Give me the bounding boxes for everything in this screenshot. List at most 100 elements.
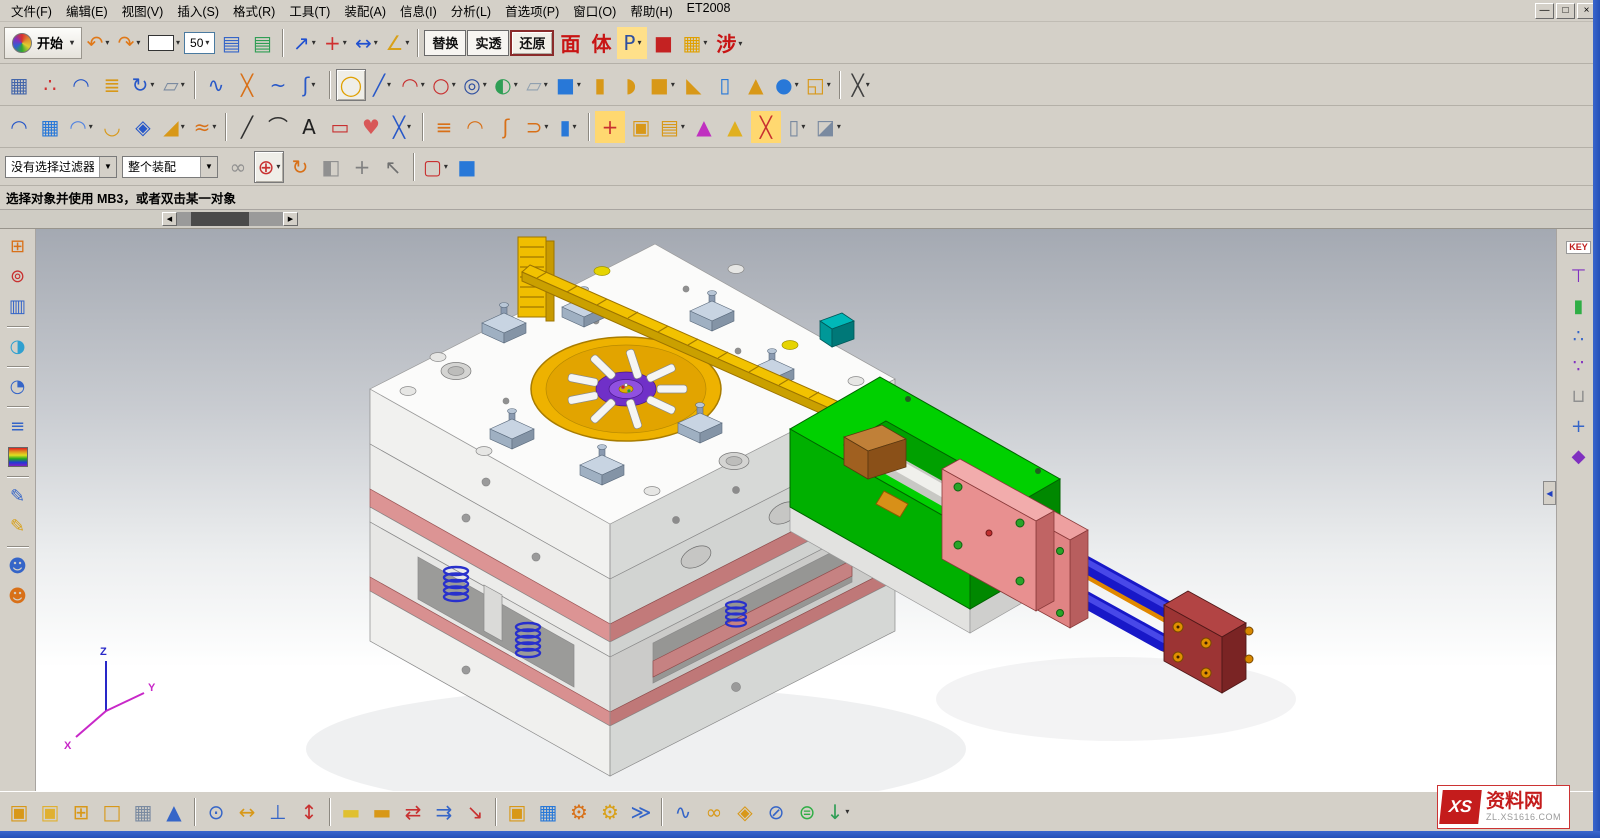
view-orient-cube-icon[interactable]: ■ bbox=[452, 151, 482, 183]
groups-icon[interactable]: ☻ bbox=[4, 553, 32, 581]
extrude-icon[interactable]: ▮ bbox=[585, 69, 615, 101]
block-gold-icon[interactable]: ■▾ bbox=[647, 69, 678, 101]
replace-reference-button[interactable]: 替换 bbox=[424, 30, 466, 56]
face-display-button[interactable]: 面 bbox=[555, 28, 585, 58]
slider-left-arrow[interactable]: ◀ bbox=[162, 212, 177, 226]
dropdown-arrow[interactable]: ▾ bbox=[89, 122, 93, 131]
swirl-surface-icon[interactable]: ↻▾ bbox=[128, 69, 158, 101]
dropdown-arrow[interactable]: ▾ bbox=[681, 122, 685, 131]
dropdown-arrow[interactable]: ▾ bbox=[312, 38, 316, 47]
dropdown-arrow[interactable]: ▾ bbox=[637, 38, 641, 47]
spheres-tool-icon[interactable]: ∴ bbox=[1565, 323, 1593, 351]
rectangle-select-icon[interactable]: ▢▾ bbox=[420, 151, 451, 183]
mask-tool-icon[interactable]: ◆ bbox=[1565, 443, 1593, 471]
information-window-icon[interactable]: ≡ bbox=[4, 413, 32, 441]
blue-stack-icon[interactable]: ▦ bbox=[533, 796, 563, 828]
menu-et2008[interactable]: ET2008 bbox=[680, 0, 738, 22]
dropdown-arrow[interactable]: ▾ bbox=[703, 38, 707, 47]
product-outline-icon[interactable]: ◈ bbox=[730, 796, 760, 828]
assembly-constraints-icon[interactable]: ⊥ bbox=[263, 796, 293, 828]
interpart-link-icon[interactable]: ∞ bbox=[699, 796, 729, 828]
section-tool-icon[interactable]: ▮▾ bbox=[553, 111, 583, 143]
dots-tool-icon[interactable]: ∵ bbox=[1565, 353, 1593, 381]
constraint-navigator-icon[interactable]: ⊚ bbox=[4, 263, 32, 291]
point-polyline-icon[interactable]: ╳▾ bbox=[387, 111, 417, 143]
show-dof-icon[interactable]: ↕ bbox=[294, 796, 324, 828]
exploded-views-icon[interactable]: ▣ bbox=[502, 796, 532, 828]
revolve-icon[interactable]: ◗ bbox=[616, 69, 646, 101]
snap-align-icon[interactable]: ↘ bbox=[460, 796, 490, 828]
window-layout-icon[interactable]: ▦ bbox=[4, 69, 34, 101]
measure-angle-icon[interactable]: ∠▾ bbox=[382, 27, 412, 59]
dropdown-arrow[interactable]: ▾ bbox=[827, 80, 831, 89]
dropdown-arrow[interactable]: ▾ bbox=[276, 162, 280, 171]
standard-parts-icon[interactable]: ▮ bbox=[1565, 293, 1593, 321]
gear-single-icon[interactable]: ⚙ bbox=[595, 796, 625, 828]
slider-thumb[interactable] bbox=[191, 212, 249, 226]
part-navigator-icon[interactable]: ▥ bbox=[4, 293, 32, 321]
crossed-lines-icon[interactable]: ╳ bbox=[232, 69, 262, 101]
shaded-face-icon[interactable]: ▦▾ bbox=[679, 27, 710, 59]
dropdown-arrow[interactable]: ▾ bbox=[205, 38, 209, 47]
datum-plane-icon[interactable]: ▱▾ bbox=[159, 69, 189, 101]
reuse-library-icon[interactable]: ◑ bbox=[4, 333, 32, 361]
suppress-feature-icon[interactable]: ╳ bbox=[751, 111, 781, 143]
dropdown-arrow[interactable]: ▾ bbox=[421, 80, 425, 89]
color-palette-icon[interactable] bbox=[4, 443, 32, 471]
wave-link-icon[interactable]: ∿ bbox=[668, 796, 698, 828]
menu-information[interactable]: 信息(I) bbox=[393, 0, 444, 22]
work-layer-spinner[interactable]: 50▾ bbox=[184, 32, 215, 54]
graphics-viewport[interactable]: Z Y X ◀ bbox=[36, 229, 1556, 791]
dropdown-arrow[interactable]: ▾ bbox=[181, 80, 185, 89]
undo-button[interactable]: ↶▾ bbox=[83, 27, 113, 59]
roles-gold-icon[interactable]: ✎ bbox=[4, 513, 32, 541]
datum-csys-icon[interactable]: ▱▾ bbox=[522, 69, 552, 101]
project-curve-icon[interactable]: ◠ bbox=[460, 111, 490, 143]
copy-display-icon[interactable]: P▾ bbox=[617, 27, 647, 59]
dropdown-arrow[interactable]: ▾ bbox=[801, 122, 805, 131]
dropdown-arrow[interactable]: ▾ bbox=[514, 80, 518, 89]
dropdown-arrow[interactable]: ▾ bbox=[795, 80, 799, 89]
sphere-pair-icon[interactable]: ◐▾ bbox=[491, 69, 521, 101]
menu-file[interactable]: 文件(F) bbox=[4, 0, 59, 22]
dropdown-arrow[interactable]: ▾ bbox=[150, 80, 154, 89]
menu-edit[interactable]: 编辑(E) bbox=[59, 0, 115, 22]
dropdown-arrow[interactable]: ▾ bbox=[452, 80, 456, 89]
translucent-display-button[interactable]: 实透 bbox=[467, 30, 509, 56]
mirror-feature-icon[interactable]: ▲ bbox=[689, 111, 719, 143]
dropdown-arrow[interactable]: ▾ bbox=[311, 80, 315, 89]
face-blend-icon[interactable]: ◢▾ bbox=[159, 111, 189, 143]
wade-display-button[interactable]: 涉▾ bbox=[711, 28, 747, 58]
layer-visibility-icon[interactable]: ▤ bbox=[247, 27, 277, 59]
user-icon[interactable]: ☻ bbox=[4, 583, 32, 611]
point-constructor-icon[interactable]: +▾ bbox=[320, 27, 350, 59]
restore-button[interactable]: □ bbox=[1556, 3, 1575, 19]
dropdown-arrow[interactable]: ▾ bbox=[405, 38, 409, 47]
menu-preferences[interactable]: 首选项(P) bbox=[498, 0, 566, 22]
teal-fitting[interactable] bbox=[820, 313, 854, 347]
delete-constraint-icon[interactable]: ╳▾ bbox=[846, 69, 876, 101]
profile-line-icon[interactable]: ╱ bbox=[232, 111, 262, 143]
circle-icon[interactable]: ○▾ bbox=[429, 69, 459, 101]
dropdown-arrow[interactable]: ▾ bbox=[176, 38, 180, 47]
wedge-icon[interactable]: ◣ bbox=[679, 69, 709, 101]
slider-track[interactable] bbox=[177, 212, 283, 226]
new-component-icon[interactable]: □ bbox=[97, 796, 127, 828]
dropdown-arrow[interactable]: ▾ bbox=[70, 38, 74, 47]
instance-feature-icon[interactable]: ▲ bbox=[720, 111, 750, 143]
curve-mesh-icon[interactable]: ▦ bbox=[35, 111, 65, 143]
dropdown-arrow[interactable]: ▾ bbox=[387, 80, 391, 89]
profile-arc-icon[interactable]: ⌒ bbox=[263, 111, 293, 143]
menu-analysis[interactable]: 分析(L) bbox=[444, 0, 498, 22]
dropdown-arrow[interactable]: ▾ bbox=[671, 80, 675, 89]
dropdown-arrow[interactable]: ▾ bbox=[544, 80, 548, 89]
menu-view[interactable]: 视图(V) bbox=[115, 0, 171, 22]
minimize-button[interactable]: — bbox=[1535, 3, 1554, 19]
menu-insert[interactable]: 插入(S) bbox=[170, 0, 226, 22]
point-set-icon[interactable]: ∴ bbox=[35, 69, 65, 101]
dropdown-arrow[interactable]: ▾ bbox=[573, 122, 577, 131]
spline-icon[interactable]: ~ bbox=[263, 69, 293, 101]
selection-scope-dropdown[interactable]: 整个装配 ▼ bbox=[122, 156, 218, 178]
law-curve-icon[interactable]: ʃ▾ bbox=[294, 69, 324, 101]
dropdown-arrow[interactable]: ▾ bbox=[544, 122, 548, 131]
